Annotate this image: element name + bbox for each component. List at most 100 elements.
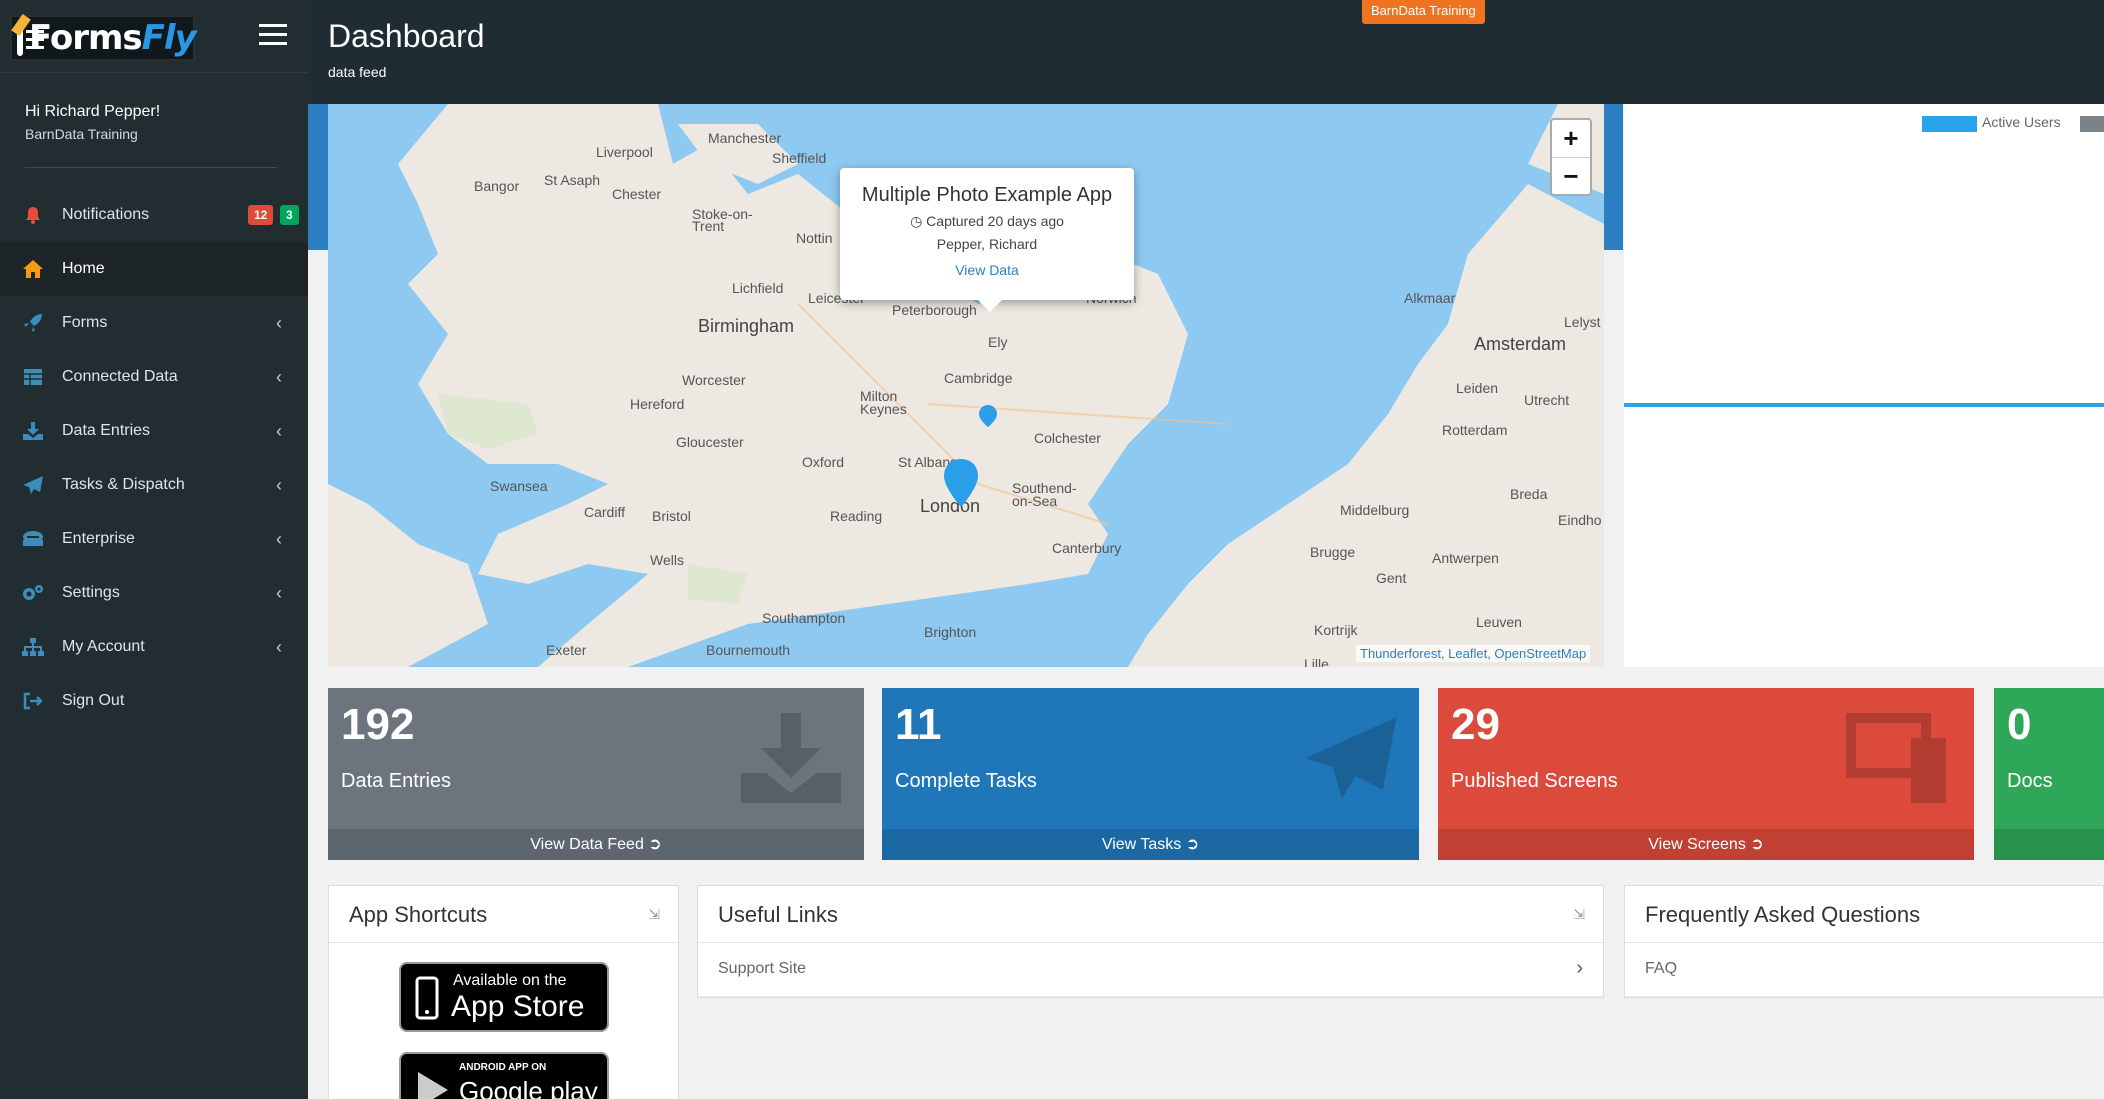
sidebar-item-enterprise[interactable]: Enterprise ‹ <box>0 512 308 566</box>
map-label: Birmingham <box>698 316 795 336</box>
panel-title: Frequently Asked Questions <box>1645 902 1921 927</box>
logo-text-fly: Fly <box>141 18 197 58</box>
zoom-out-button[interactable]: − <box>1552 158 1590 195</box>
building-icon <box>20 528 46 550</box>
user-greeting: Hi Richard Pepper! <box>25 103 161 120</box>
map-label: Lichfield <box>732 280 784 296</box>
google-play-badge[interactable]: ANDROID APP ON Google play <box>399 1052 609 1099</box>
map-label: Swansea <box>490 478 548 494</box>
arrow-circle-right-icon: ➲ <box>1185 836 1200 853</box>
collapse-icon[interactable]: ⇲ <box>1573 906 1585 923</box>
app-store-top-text: Available on the <box>453 972 567 989</box>
environment-badge: BarnData Training <box>1362 0 1485 24</box>
sidebar-item-tasks-dispatch[interactable]: Tasks & Dispatch ‹ <box>0 458 308 512</box>
link-faq[interactable]: FAQ <box>1625 943 2103 997</box>
map-label: Kortrijk <box>1314 622 1358 638</box>
map-label: Lelyst <box>1564 314 1601 330</box>
sidebar-item-label: Forms <box>62 314 108 331</box>
map-label: Bristol <box>652 508 691 524</box>
formsfly-logo[interactable]: FormsFly <box>10 15 197 61</box>
sidebar-item-data-entries[interactable]: Data Entries ‹ <box>0 404 308 458</box>
map-label: Antwerpen <box>1432 550 1499 566</box>
tile-label: Complete Tasks <box>895 770 1037 792</box>
sidebar-item-label: Tasks & Dispatch <box>62 476 185 493</box>
map-label: Middelburg <box>1340 502 1410 518</box>
sidebar-menu: Notifications 12 3 Home Forms ‹ Connecte… <box>0 188 308 728</box>
map-label: Breda <box>1510 486 1548 502</box>
map-label: Bournemouth <box>706 642 791 658</box>
map-label: Brugge <box>1310 544 1356 560</box>
google-play-top-text: ANDROID APP ON <box>459 1062 547 1073</box>
tile-data-entries: 192 Data Entries View Data Feed ➲ <box>328 688 864 860</box>
menu-toggle-icon[interactable] <box>259 24 287 46</box>
map-label: Bangor <box>474 178 520 194</box>
divider <box>0 72 308 73</box>
chevron-left-icon: ‹ <box>276 583 282 603</box>
sidebar-item-my-account[interactable]: My Account ‹ <box>0 620 308 674</box>
map-label: Canterbury <box>1052 540 1122 556</box>
map-zoom-control: + − <box>1550 118 1592 196</box>
map-label: Amsterdam <box>1474 334 1567 354</box>
download-icon <box>741 713 841 803</box>
sidebar-item-label: Data Entries <box>62 422 151 439</box>
paper-plane-icon <box>20 474 46 496</box>
map-label: Southend-on-Sea <box>1012 480 1077 509</box>
map-marker-pin[interactable] <box>978 404 998 428</box>
tile-label: Docs <box>2007 770 2053 792</box>
map-label: Liverpool <box>596 144 653 160</box>
map-marker-pin[interactable] <box>942 458 980 508</box>
notification-count-badge: 12 <box>248 205 274 225</box>
tile-value: 192 <box>341 700 415 749</box>
zoom-in-button[interactable]: + <box>1552 120 1590 157</box>
view-data-feed-link[interactable]: View Data Feed ➲ <box>328 829 864 860</box>
link-support-site[interactable]: Support Site › <box>698 943 1603 997</box>
rocket-icon <box>20 312 46 334</box>
map-label: Rotterdam <box>1442 422 1508 438</box>
legend-swatch <box>2080 116 2104 132</box>
sidebar-item-sign-out[interactable]: Sign Out <box>0 674 308 728</box>
map-label: Lille <box>1304 656 1329 667</box>
sidebar-item-label: Home <box>62 260 105 277</box>
view-docs-link[interactable] <box>1994 829 2104 860</box>
sidebar-item-connected-data[interactable]: Connected Data ‹ <box>0 350 308 404</box>
link-label: FAQ <box>1645 960 1678 977</box>
sidebar-item-notifications[interactable]: Notifications 12 3 <box>0 188 308 242</box>
notification-count-badge: 3 <box>280 205 299 225</box>
chart-series-line <box>1624 403 2104 407</box>
panel-faq: Frequently Asked Questions FAQ <box>1624 885 2104 998</box>
collapse-icon[interactable]: ⇲ <box>648 906 660 923</box>
map-label: Peterborough <box>892 302 977 318</box>
map-label: Reading <box>830 508 883 524</box>
map-label: Stoke-on-Trent <box>692 206 753 234</box>
popup-view-data-link[interactable]: View Data <box>840 262 1134 278</box>
sidebar: FormsFly Hi Richard Pepper! BarnData Tra… <box>0 0 308 1099</box>
view-screens-link[interactable]: View Screens ➲ <box>1438 829 1974 860</box>
view-tasks-link[interactable]: View Tasks ➲ <box>882 829 1419 860</box>
table-icon <box>20 366 46 388</box>
map-label: Nottin <box>796 230 833 246</box>
map-label: Ely <box>988 334 1008 350</box>
sign-out-icon <box>20 690 46 712</box>
map-label: Cardiff <box>584 504 625 520</box>
popup-title: Multiple Photo Example App <box>861 184 1113 206</box>
arrow-circle-right-icon: ➲ <box>648 836 662 853</box>
map-label: St Asaph <box>544 172 601 188</box>
popup-captured: Captured 20 days ago <box>926 213 1064 229</box>
app-store-badge[interactable]: Available on the App Store <box>399 962 609 1032</box>
devices-icon <box>1846 713 1946 803</box>
map-label: Wells <box>650 552 684 568</box>
map-attribution[interactable]: Thunderforest, Leaflet, OpenStreetMap <box>1356 645 1591 662</box>
tile-label: Data Entries <box>341 770 452 792</box>
sidebar-item-forms[interactable]: Forms ‹ <box>0 296 308 350</box>
sidebar-item-label: My Account <box>62 638 145 655</box>
chevron-left-icon: ‹ <box>276 421 282 441</box>
user-org: BarnData Training <box>25 126 138 142</box>
sidebar-item-settings[interactable]: Settings ‹ <box>0 566 308 620</box>
tile-value: 11 <box>895 700 942 749</box>
page-header <box>308 0 2104 104</box>
sidebar-item-home[interactable]: Home <box>0 242 308 296</box>
legend-label[interactable]: Active Users <box>1982 114 2061 130</box>
map-label: Utrecht <box>1524 392 1570 408</box>
map-label: Southampton <box>762 610 846 626</box>
chevron-left-icon: ‹ <box>276 367 282 387</box>
